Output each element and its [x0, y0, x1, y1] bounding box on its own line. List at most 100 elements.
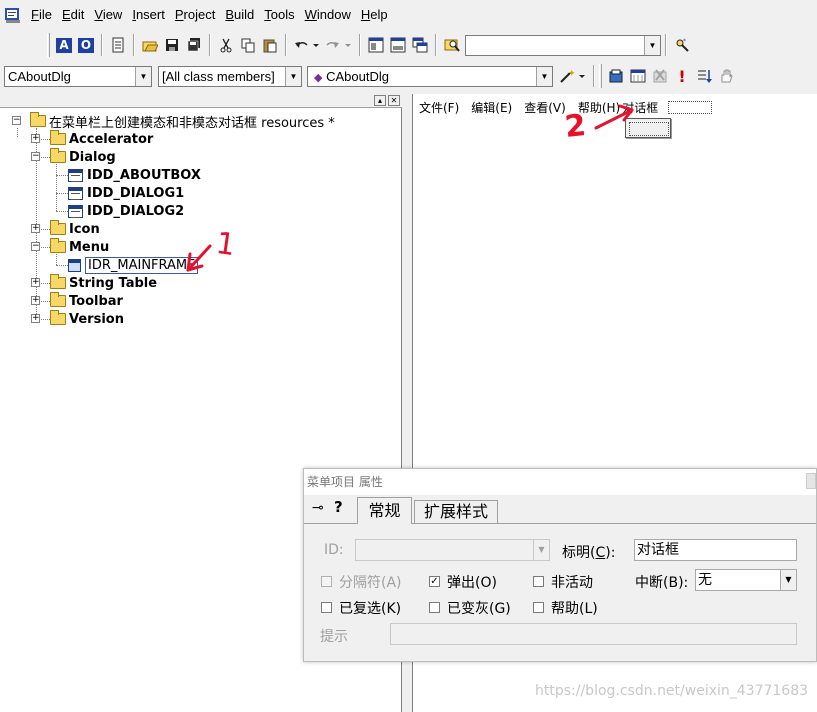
- save-icon[interactable]: [161, 34, 183, 56]
- menu-editor-new-item[interactable]: [668, 100, 713, 114]
- pane-maximize-button[interactable]: ▴: [374, 95, 386, 106]
- undo-icon[interactable]: [291, 34, 323, 56]
- checked-checkbox[interactable]: [321, 602, 332, 613]
- tree-item-label: Dialog: [69, 149, 116, 165]
- inactive-checkbox[interactable]: [533, 576, 544, 587]
- filter-combo[interactable]: [All class members] ▼: [158, 65, 302, 87]
- grayed-label: 已变灰(G): [447, 601, 511, 617]
- menu-project[interactable]: Project: [170, 5, 220, 25]
- popup-checkbox[interactable]: ✓: [429, 576, 440, 587]
- id-combo[interactable]: ▼: [355, 539, 550, 561]
- find-in-files-icon[interactable]: [441, 34, 463, 56]
- workspace-icon[interactable]: [365, 34, 387, 56]
- exclamation-build-icon[interactable]: !: [671, 65, 693, 87]
- paste-icon[interactable]: [259, 34, 281, 56]
- break-select[interactable]: 无 ▼: [695, 569, 797, 591]
- menu-tools[interactable]: Tools: [259, 5, 299, 25]
- tab-extended-styles[interactable]: 扩展样式: [414, 500, 498, 523]
- folder-icon: [50, 292, 66, 307]
- tree-item-label: String Table: [69, 275, 158, 291]
- properties-close-button[interactable]: [806, 473, 816, 489]
- caption-input-value: 对话框: [637, 542, 679, 558]
- tree-item-idr-mainframe[interactable]: IDR_MAINFRAME: [68, 256, 199, 274]
- hand-icon[interactable]: [715, 65, 737, 87]
- chevron-down-icon[interactable]: ▼: [135, 66, 151, 86]
- class-wizard-icon[interactable]: [605, 65, 627, 87]
- tree-item-label: IDD_DIALOG1: [87, 185, 185, 201]
- tree-item-toolbar[interactable]: Toolbar: [50, 292, 123, 310]
- open-folder-icon[interactable]: [139, 34, 161, 56]
- pin-icon[interactable]: ⊸: [312, 500, 324, 516]
- expander-dialog[interactable]: −: [31, 152, 40, 161]
- expander-toolbar[interactable]: +: [31, 296, 40, 305]
- chevron-down-icon[interactable]: ▼: [780, 570, 796, 590]
- prompt-input[interactable]: [390, 623, 797, 645]
- class-combo[interactable]: CAboutDlg ▼: [4, 65, 152, 87]
- tree-item-menu[interactable]: Menu: [50, 238, 109, 256]
- tree-item-label: IDD_DIALOG2: [87, 203, 185, 219]
- new-file-icon[interactable]: [107, 34, 129, 56]
- app-icon[interactable]: [4, 6, 22, 24]
- tree-root[interactable]: 在菜单栏上创建模态和非模态对话框 resources *: [30, 112, 335, 131]
- tree-item-label: Toolbar: [69, 293, 123, 309]
- menu-view[interactable]: View: [89, 5, 127, 25]
- cut-icon[interactable]: [215, 34, 237, 56]
- menu-bar: File Edit View Insert Project Build Tool…: [0, 0, 817, 30]
- o-bold-icon[interactable]: O: [75, 34, 97, 56]
- find-combo[interactable]: ▼: [465, 34, 661, 56]
- sort-list-icon[interactable]: [693, 65, 715, 87]
- menu-window[interactable]: Window: [300, 5, 356, 25]
- menu-editor-item-view[interactable]: 查看(V): [524, 99, 566, 116]
- properties-titlebar[interactable]: 菜单项目 属性: [304, 469, 816, 495]
- tab-general[interactable]: 常规: [357, 497, 412, 524]
- expander-version[interactable]: +: [31, 314, 40, 323]
- toolbar-grip[interactable]: [47, 33, 50, 57]
- menu-build[interactable]: Build: [220, 5, 259, 25]
- tree-item-dialog[interactable]: Dialog: [50, 148, 116, 166]
- caption-label: 标明(C):: [562, 545, 616, 561]
- menu-file[interactable]: File: [26, 5, 57, 25]
- chevron-down-icon[interactable]: ▼: [533, 540, 549, 560]
- tree-item-accelerator[interactable]: Accelerator: [50, 130, 153, 148]
- pane-close-button[interactable]: ✕: [388, 95, 400, 106]
- expander-string-table[interactable]: +: [31, 278, 40, 287]
- chevron-down-icon[interactable]: ▼: [285, 66, 301, 86]
- menu-insert[interactable]: Insert: [127, 5, 170, 25]
- help-icon[interactable]: ?: [334, 498, 343, 516]
- expander-menu[interactable]: −: [31, 242, 40, 251]
- chevron-down-icon[interactable]: ▼: [536, 66, 552, 86]
- checked-label: 已复选(K): [339, 601, 402, 617]
- remove-icon[interactable]: [649, 65, 671, 87]
- window-list-icon[interactable]: [409, 34, 431, 56]
- dialog-grid-icon[interactable]: [627, 65, 649, 87]
- find-icon[interactable]: *: [671, 34, 693, 56]
- redo-icon[interactable]: [323, 34, 355, 56]
- help-label: 帮助(L): [551, 601, 598, 617]
- tree-item-idd-aboutbox[interactable]: IDD_ABOUTBOX: [68, 166, 201, 184]
- wizard-wand-icon[interactable]: ✦: [557, 65, 589, 87]
- help-checkbox[interactable]: [533, 602, 544, 613]
- expander-icon[interactable]: +: [31, 224, 40, 233]
- output-icon[interactable]: [387, 34, 409, 56]
- menu-help[interactable]: Help: [356, 5, 393, 25]
- expander-root[interactable]: −: [12, 116, 21, 125]
- copy-icon[interactable]: [237, 34, 259, 56]
- tree-item-idd-dialog1[interactable]: IDD_DIALOG1: [68, 184, 184, 202]
- separator-checkbox[interactable]: [321, 576, 332, 587]
- expander-accelerator[interactable]: +: [31, 134, 40, 143]
- folder-icon: [50, 220, 66, 235]
- tree-item-icon[interactable]: Icon: [50, 220, 100, 238]
- caption-input[interactable]: 对话框: [634, 539, 797, 561]
- menu-editor-item-file[interactable]: 文件(F): [419, 99, 459, 116]
- separator-label: 分隔符(A): [339, 575, 402, 591]
- tree-item-version[interactable]: Version: [50, 310, 124, 328]
- member-combo[interactable]: ◆ CAboutDlg ▼: [307, 65, 553, 87]
- save-all-icon[interactable]: [183, 34, 205, 56]
- menu-editor-item-edit[interactable]: 编辑(E): [471, 99, 512, 116]
- tree-item-idd-dialog2[interactable]: IDD_DIALOG2: [68, 202, 184, 220]
- menu-edit[interactable]: Edit: [57, 5, 89, 25]
- a-bold-icon[interactable]: A: [53, 34, 75, 56]
- chevron-down-icon[interactable]: ▼: [644, 35, 660, 55]
- tree-item-string-table[interactable]: String Table: [50, 274, 157, 292]
- grayed-checkbox[interactable]: [429, 602, 440, 613]
